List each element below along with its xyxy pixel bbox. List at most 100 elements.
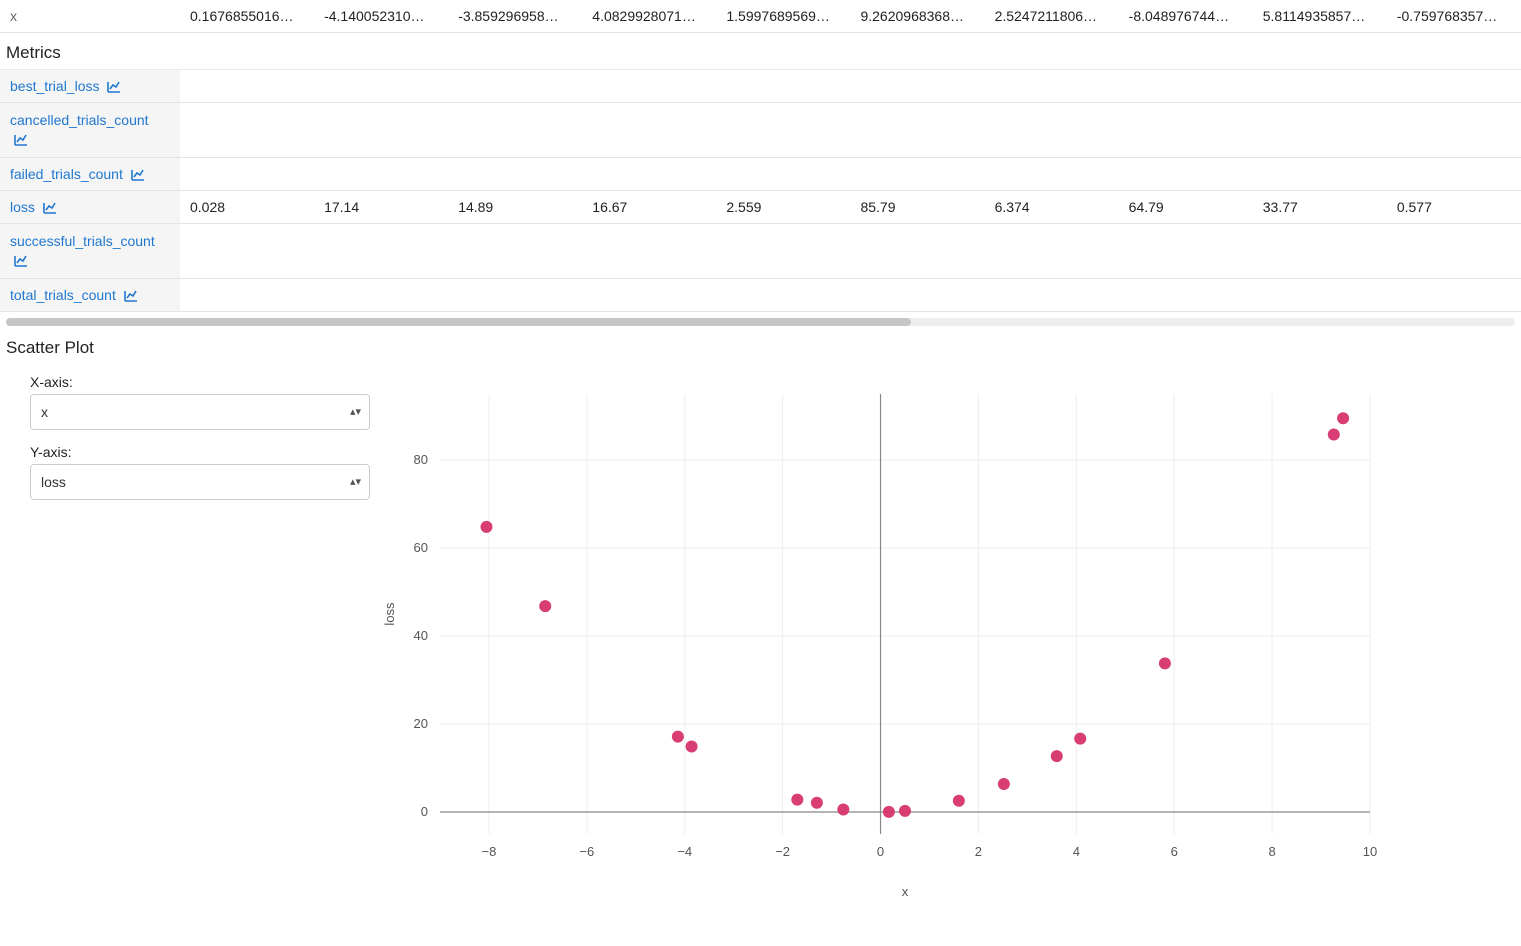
metric-link-successful_trials_count[interactable]: successful_trials_count [10,233,155,268]
table-row: best_trial_loss [0,70,1521,103]
data-point[interactable] [686,740,698,752]
metric-cell [180,278,314,311]
data-point[interactable] [998,778,1010,790]
x-tick-label: −4 [677,844,692,859]
y-tick-label: 20 [414,716,428,731]
metric-cell [1119,157,1253,190]
metric-cell [985,157,1119,190]
metric-cell [1387,223,1521,278]
metric-link-total_trials_count[interactable]: total_trials_count [10,287,138,303]
param-cell: 2.5247211806… [985,0,1119,33]
x-axis-value: x [41,404,48,420]
table-row: loss 0.02817.1414.8916.672.55985.796.374… [0,190,1521,223]
metric-cell [985,278,1119,311]
table-row: total_trials_count [0,278,1521,311]
x-tick-label: 8 [1268,844,1275,859]
x-tick-label: 0 [877,844,884,859]
metric-cell: 6.374 [985,190,1119,223]
param-cell: 4.0829928071… [582,0,716,33]
metric-cell [582,157,716,190]
metric-cell [314,103,448,158]
x-tick-label: −8 [482,844,497,859]
metric-cell [448,157,582,190]
metric-cell: 0.028 [180,190,314,223]
data-point[interactable] [953,794,965,806]
metric-cell [180,103,314,158]
metric-cell [1253,223,1387,278]
metric-cell [1387,278,1521,311]
metric-cell [716,70,850,103]
table-row: failed_trials_count [0,157,1521,190]
scrollbar-thumb[interactable] [6,318,911,326]
metric-cell [180,223,314,278]
metric-cell: 17.14 [314,190,448,223]
metric-cell [180,70,314,103]
metric-link-best_trial_loss[interactable]: best_trial_loss [10,78,121,94]
metric-cell [1119,103,1253,158]
metric-cell [850,278,984,311]
data-point[interactable] [883,805,895,817]
param-cell: -8.048976744… [1119,0,1253,33]
x-tick-label: 10 [1363,844,1377,859]
metric-link-cancelled_trials_count[interactable]: cancelled_trials_count [10,112,149,147]
horizontal-scrollbar[interactable] [6,318,1515,326]
x-tick-label: −6 [579,844,594,859]
metric-cell [582,278,716,311]
metric-cell [850,223,984,278]
chart-axes: −8−6−4−20246810020406080xloss [382,452,1377,899]
metric-label: total_trials_count [10,287,116,303]
metric-cell [985,70,1119,103]
chart-icon [107,81,121,93]
data-point[interactable] [899,804,911,816]
table-row: x 0.1676855016… -4.140052310… -3.8592969… [0,0,1521,33]
x-axis-title: x [902,884,909,899]
data-point[interactable] [1051,750,1063,762]
chevron-updown-icon: ▴▾ [350,465,361,499]
data-point[interactable] [1328,428,1340,440]
chart-icon [14,134,28,146]
metric-cell [716,223,850,278]
x-axis-label: X-axis: [30,374,360,390]
param-cell: -0.759768357… [1387,0,1521,33]
metric-link-loss[interactable]: loss [10,199,57,215]
data-point[interactable] [811,796,823,808]
x-axis-select[interactable]: x ▴▾ [30,394,370,430]
metric-link-failed_trials_count[interactable]: failed_trials_count [10,166,145,182]
data-point[interactable] [1159,657,1171,669]
metric-cell [448,103,582,158]
scatter-controls: X-axis: x ▴▾ Y-axis: loss ▴▾ [0,364,360,500]
data-point[interactable] [481,520,493,532]
metric-cell [1387,157,1521,190]
metric-label: loss [10,199,35,215]
params-table: x 0.1676855016… -4.140052310… -3.8592969… [0,0,1521,33]
metric-cell [716,103,850,158]
metric-label: cancelled_trials_count [10,112,149,128]
table-row: successful_trials_count [0,223,1521,278]
metric-cell: 85.79 [850,190,984,223]
data-point[interactable] [539,600,551,612]
table-row: cancelled_trials_count [0,103,1521,158]
metric-cell [314,70,448,103]
y-axis-select[interactable]: loss ▴▾ [30,464,370,500]
metric-cell [448,278,582,311]
metric-cell [448,223,582,278]
y-tick-label: 60 [414,540,428,555]
metric-cell [448,70,582,103]
data-point[interactable] [837,803,849,815]
data-point[interactable] [1337,412,1349,424]
chart-icon [43,202,57,214]
x-tick-label: 6 [1171,844,1178,859]
data-point[interactable] [1074,732,1086,744]
metric-cell [1119,70,1253,103]
metric-cell [1253,278,1387,311]
metric-cell [985,223,1119,278]
metric-cell [582,70,716,103]
x-tick-label: 2 [975,844,982,859]
metric-cell [1253,70,1387,103]
scatter-header: Scatter Plot [0,328,1521,364]
data-point[interactable] [791,793,803,805]
y-tick-label: 0 [421,804,428,819]
y-axis-value: loss [41,474,66,490]
data-point[interactable] [672,730,684,742]
metric-cell [716,278,850,311]
